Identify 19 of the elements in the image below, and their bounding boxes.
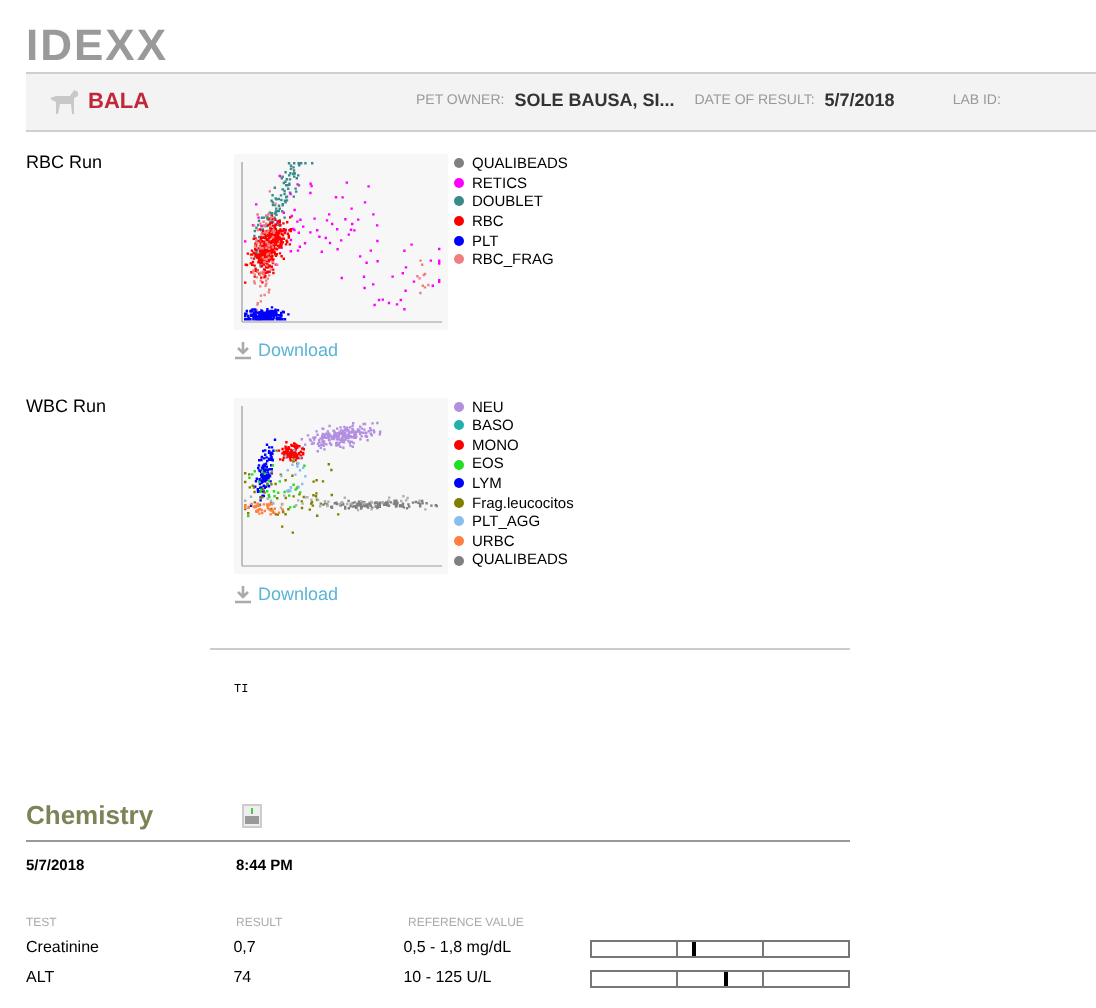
- chemistry-title: Chemistry: [26, 798, 156, 834]
- download-icon: [234, 585, 252, 604]
- logo: IDEXX: [26, 24, 169, 68]
- test-result: 74: [233, 966, 254, 991]
- reference-range: 0,5 - 1,8 mg/dL: [403, 936, 514, 961]
- run-title: WBC Run: [26, 393, 109, 419]
- run-title: RBC Run: [26, 150, 105, 176]
- patient-name: BALA: [88, 87, 152, 118]
- test-result: 0,7: [233, 936, 258, 961]
- result-date: 5/7/2018: [824, 88, 895, 115]
- test-name: Creatinine: [26, 936, 101, 961]
- download-icon: [234, 342, 252, 361]
- reference-range: 10 - 125 U/L: [403, 966, 494, 991]
- dog-icon: [48, 88, 80, 116]
- owner-name: SOLE BAUSA, SI...: [514, 88, 675, 115]
- download-link[interactable]: Download: [234, 581, 574, 608]
- download-link[interactable]: Download: [234, 338, 568, 365]
- print-icon[interactable]: [242, 803, 262, 828]
- test-name: ALT: [26, 966, 57, 991]
